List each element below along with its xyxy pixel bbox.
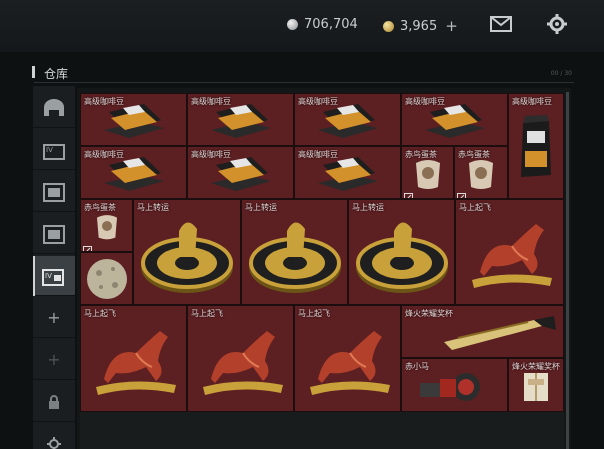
horse-statue-icon <box>456 200 563 304</box>
item-trophy[interactable]: 烽火荣耀奖杯 <box>401 305 564 358</box>
item-wheel[interactable]: 马上转运 <box>133 199 241 305</box>
item-horse[interactable]: 马上起飞 <box>80 305 187 412</box>
item-pouch[interactable]: 赤鸟蛋茶 <box>80 199 133 252</box>
item-label: 马上起飞 <box>298 309 330 318</box>
tab-image-crate[interactable] <box>33 172 75 212</box>
tab-helmet[interactable] <box>33 88 75 128</box>
item-label: 马上起飞 <box>191 309 223 318</box>
item-label: 马上转运 <box>352 203 384 212</box>
scale-icon <box>457 187 466 198</box>
title-marker <box>32 66 35 78</box>
svg-text:IV: IV <box>45 272 52 280</box>
item-label: 赤小马 <box>405 362 429 371</box>
item-label: 赤鸟蛋茶 <box>405 150 437 159</box>
item-coffee[interactable]: 高级咖啡豆 <box>294 93 401 146</box>
item-coffee-tall[interactable]: 高级咖啡豆 <box>508 93 564 199</box>
item-label: 烽火荣耀奖杯 <box>405 309 453 318</box>
fortune-wheel-icon <box>349 200 454 304</box>
mail-icon[interactable] <box>489 13 513 35</box>
gold-coin-icon <box>383 20 394 32</box>
item-wheel[interactable]: 马上转运 <box>348 199 455 305</box>
item-coffee[interactable]: 高级咖啡豆 <box>80 93 187 146</box>
horse-statue-icon <box>188 306 293 411</box>
item-label: 高级咖啡豆 <box>84 150 124 159</box>
item-label: 马上转运 <box>245 203 277 212</box>
gear-icon <box>47 436 61 449</box>
fortune-wheel-icon <box>134 200 240 304</box>
horse-statue-icon <box>295 306 400 411</box>
item-coffee[interactable]: 高级咖啡豆 <box>401 93 508 146</box>
item-stone-disc[interactable] <box>80 252 133 305</box>
item-coffee[interactable]: 高级咖啡豆 <box>187 93 294 146</box>
warehouse-sidebar: IV IV + + <box>33 86 75 449</box>
tab-image-crate-2[interactable] <box>33 214 75 254</box>
capacity-text: 00 / 30 <box>550 70 572 77</box>
item-label: 高级咖啡豆 <box>84 97 124 106</box>
item-coffee[interactable]: 高级咖啡豆 <box>187 146 294 199</box>
item-coffee[interactable]: 高级咖啡豆 <box>80 146 187 199</box>
item-gift-box[interactable]: 烽火荣耀奖杯 <box>508 358 564 412</box>
item-coffee[interactable]: 高级咖啡豆 <box>294 146 401 199</box>
grid-bottom-area <box>80 412 564 449</box>
fortune-wheel-icon <box>242 200 347 304</box>
gold-value: 3,965 <box>400 18 438 34</box>
item-label: 高级咖啡豆 <box>405 97 445 106</box>
helmet-icon <box>44 98 64 116</box>
tab-tv-crate-active[interactable]: IV <box>33 256 75 296</box>
item-label: 高级咖啡豆 <box>298 97 338 106</box>
silver-coin-icon <box>287 19 298 30</box>
item-pouch[interactable]: 赤鸟蛋茶 <box>454 146 508 199</box>
item-horse[interactable]: 马上起飞 <box>187 305 294 412</box>
add-tab-button-disabled: + <box>33 340 75 380</box>
tab-locked <box>33 382 75 422</box>
image-crate-icon-2 <box>43 224 65 244</box>
title-divider <box>34 82 574 83</box>
page-title: 仓库 <box>44 67 69 81</box>
item-wheel[interactable]: 马上转运 <box>241 199 348 305</box>
top-bar: 706,704 3,965 + <box>0 0 604 52</box>
gold-currency[interactable]: 3,965 + <box>383 17 458 35</box>
item-label: 赤鸟蛋茶 <box>84 203 116 212</box>
stone-disc-icon <box>81 253 132 304</box>
scale-icon <box>404 187 413 198</box>
item-label: 高级咖啡豆 <box>191 97 231 106</box>
silver-value: 706,704 <box>304 17 358 32</box>
tab-settings[interactable] <box>33 424 75 449</box>
item-label: 赤鸟蛋茶 <box>458 150 490 159</box>
item-label: 马上转运 <box>137 203 169 212</box>
lock-icon <box>49 394 59 409</box>
silver-currency: 706,704 <box>287 17 358 32</box>
inventory-scrollbar[interactable] <box>566 92 569 449</box>
item-label: 马上起飞 <box>84 309 116 318</box>
scale-icon <box>83 240 92 251</box>
tv-crate-active-icon: IV <box>42 268 64 286</box>
item-horse[interactable]: 马上起飞 <box>294 305 401 412</box>
tv-crate-icon: IV <box>43 143 65 160</box>
item-red-horse[interactable]: 赤小马 <box>401 358 508 412</box>
add-tab-button[interactable]: + <box>33 298 75 338</box>
tab-tv-crate[interactable]: IV <box>33 130 75 170</box>
inventory-grid: 高级咖啡豆 高级咖啡豆 高级咖啡豆 高级咖啡豆 高级咖啡豆 高级咖啡豆 高级咖啡… <box>80 93 564 412</box>
image-crate-icon <box>43 182 65 202</box>
add-gold-button[interactable]: + <box>445 17 458 35</box>
item-label: 高级咖啡豆 <box>191 150 231 159</box>
item-label: 高级咖啡豆 <box>512 97 552 106</box>
svg-text:IV: IV <box>46 146 53 154</box>
item-horse[interactable]: 马上起飞 <box>455 199 564 305</box>
gear-icon[interactable] <box>545 13 569 35</box>
item-label: 烽火荣耀奖杯 <box>512 362 560 371</box>
coffee-bag-tall-icon <box>509 94 563 198</box>
horse-statue-icon <box>81 306 186 411</box>
item-label: 马上起飞 <box>459 203 491 212</box>
item-pouch[interactable]: 赤鸟蛋茶 <box>401 146 454 199</box>
item-label: 高级咖啡豆 <box>298 150 338 159</box>
